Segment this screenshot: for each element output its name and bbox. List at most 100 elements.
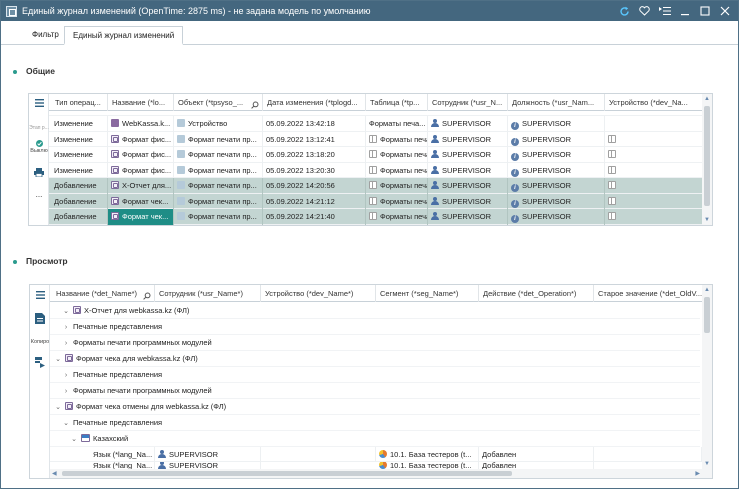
maximize-icon[interactable] bbox=[697, 3, 712, 19]
tab-journal[interactable]: Единый журнал изменений bbox=[64, 26, 184, 45]
table-row-selected[interactable]: Добавление Формат чек... Формат печати п… bbox=[49, 193, 704, 209]
chevron-right-icon[interactable]: › bbox=[62, 320, 70, 336]
export-icon[interactable] bbox=[30, 357, 50, 370]
tab-bar: Фильтр Единый журнал изменений bbox=[1, 21, 738, 45]
scroll-up-icon[interactable]: ▲ bbox=[704, 95, 710, 103]
table-icon bbox=[369, 181, 377, 189]
col-header-segment[interactable]: Сегмент (*seg_Name*) bbox=[376, 285, 479, 302]
more-options-icon[interactable]: ... bbox=[29, 190, 49, 199]
off-label: Выклю bbox=[30, 148, 48, 154]
tree-node[interactable]: ⌄ Печатные представления bbox=[50, 415, 700, 431]
table-row[interactable]: Изменение WebKassa.k... Устройство 05.09… bbox=[49, 116, 704, 132]
table-row[interactable]: Изменение Формат фис... Формат печати пр… bbox=[49, 162, 704, 178]
col-header-device[interactable]: Устройство (*dev_Name*) bbox=[261, 285, 376, 302]
user-icon bbox=[158, 450, 166, 458]
position-icon: i bbox=[511, 122, 519, 130]
preview-vertical-scrollbar[interactable]: ▲ ▼ bbox=[702, 285, 712, 478]
general-panel: Этап р... Выклю ... Тип операц... Назван… bbox=[28, 93, 713, 226]
scroll-up-icon[interactable]: ▲ bbox=[704, 286, 710, 294]
table-row-selected[interactable]: Добавление X-Отчет для... Формат печати … bbox=[49, 178, 704, 194]
scroll-down-icon[interactable]: ▼ bbox=[704, 460, 710, 468]
col-header-employee[interactable]: Сотрудник (*usr_Name*) bbox=[155, 285, 261, 302]
hamburger-menu-icon[interactable] bbox=[29, 99, 49, 109]
tree-node[interactable]: › Форматы печати программных модулей bbox=[50, 335, 700, 351]
segment-icon bbox=[379, 450, 387, 458]
chevron-down-icon[interactable]: ⌄ bbox=[62, 304, 70, 320]
document-icon[interactable] bbox=[30, 313, 50, 326]
table-icon bbox=[369, 212, 377, 220]
scroll-right-icon[interactable]: ▶ bbox=[695, 470, 700, 478]
minimize-icon[interactable] bbox=[677, 3, 692, 19]
hamburger-menu-icon[interactable] bbox=[30, 291, 50, 301]
print-format-icon bbox=[111, 196, 119, 205]
col-header-employee[interactable]: Сотрудник (*usr_N... bbox=[428, 94, 508, 111]
device-icon bbox=[608, 134, 616, 143]
table-row[interactable]: Изменение Формат фис... Формат печати пр… bbox=[49, 147, 704, 163]
tree-node[interactable]: › Форматы печати программных модулей bbox=[50, 383, 700, 399]
col-header-old-value[interactable]: Старое значение (*det_OldV... bbox=[594, 285, 704, 302]
object-icon bbox=[177, 181, 185, 189]
section-bullet-icon bbox=[13, 69, 17, 74]
device-icon bbox=[608, 150, 616, 158]
scroll-thumb[interactable] bbox=[704, 106, 710, 206]
chevron-right-icon[interactable]: › bbox=[62, 384, 70, 400]
preview-toolbar: Копиро bbox=[30, 285, 50, 478]
tree-node[interactable]: › Печатные представления bbox=[50, 367, 700, 383]
print-icon[interactable] bbox=[29, 168, 49, 179]
menu-list-icon[interactable] bbox=[657, 3, 672, 19]
device-icon bbox=[608, 181, 616, 189]
col-header-date[interactable]: Дата изменения (*tplogd... bbox=[263, 94, 366, 111]
table-icon bbox=[369, 165, 377, 174]
preview-horizontal-scrollbar[interactable]: ◀ ▶ bbox=[50, 469, 702, 478]
chevron-down-icon[interactable]: ⌄ bbox=[54, 400, 62, 416]
close-icon[interactable] bbox=[717, 3, 732, 19]
general-vertical-scrollbar[interactable]: ▲ ▼ bbox=[702, 94, 712, 225]
table-row[interactable]: Изменение Формат фис... Формат печати пр… bbox=[49, 131, 704, 147]
scroll-thumb[interactable] bbox=[704, 297, 710, 333]
scroll-left-icon[interactable]: ◀ bbox=[52, 470, 57, 478]
chevron-right-icon[interactable]: › bbox=[62, 336, 70, 352]
device-icon bbox=[608, 165, 616, 174]
app-icon bbox=[6, 5, 17, 17]
object-icon bbox=[177, 150, 185, 158]
user-icon bbox=[431, 212, 439, 220]
col-header-table[interactable]: Таблица (*tp... bbox=[366, 94, 428, 111]
col-header-object[interactable]: Объект (*tpsyso_... bbox=[174, 94, 263, 111]
user-icon bbox=[431, 150, 439, 158]
refresh-icon[interactable] bbox=[617, 3, 632, 19]
user-icon bbox=[431, 119, 439, 127]
col-header-action[interactable]: Действие (*det_Operation*) bbox=[479, 285, 594, 302]
search-icon[interactable] bbox=[143, 289, 151, 302]
chevron-down-icon[interactable]: ⌄ bbox=[70, 432, 78, 448]
user-icon bbox=[431, 134, 439, 143]
search-icon[interactable] bbox=[251, 98, 259, 111]
table-row-selected[interactable]: Добавление Формат чек... Формат печати п… bbox=[49, 209, 704, 225]
col-header-op[interactable]: Тип операц... bbox=[51, 94, 108, 111]
chevron-down-icon[interactable]: ⌄ bbox=[62, 416, 70, 432]
general-toolbar: Этап р... Выклю ... bbox=[29, 94, 49, 225]
table-row[interactable]: Язык (*lang_Na... SUPERVISOR 10.1. База … bbox=[50, 447, 702, 462]
favorite-heart-icon[interactable] bbox=[637, 3, 652, 19]
window-title: Единый журнал изменений (OpenTime: 2875 … bbox=[22, 6, 371, 16]
chevron-right-icon[interactable]: › bbox=[62, 368, 70, 384]
tab-filter[interactable]: Фильтр bbox=[24, 26, 67, 45]
section-preview-title[interactable]: Просмотр bbox=[13, 256, 68, 266]
focused-cell[interactable]: Формат чек... bbox=[108, 209, 174, 225]
col-header-position[interactable]: Должность (*usr_Nam... bbox=[508, 94, 605, 111]
col-header-name[interactable]: Название (*lo... bbox=[108, 94, 174, 111]
scroll-down-icon[interactable]: ▼ bbox=[704, 216, 710, 224]
tree-node[interactable]: › Печатные представления bbox=[50, 319, 700, 335]
print-format-icon bbox=[111, 150, 119, 158]
title-bar: Единый журнал изменений (OpenTime: 2875 … bbox=[1, 1, 738, 21]
object-icon bbox=[177, 212, 185, 220]
col-header-device[interactable]: Устройство (*dev_Na... bbox=[605, 94, 704, 111]
col-header-name[interactable]: Название (*det_Name*) bbox=[52, 285, 155, 302]
tree-node[interactable]: ⌄ Казахский bbox=[50, 431, 700, 447]
tree-node[interactable]: ⌄ Формат чека отмены для webkassa.kz (ФЛ) bbox=[50, 399, 700, 415]
chevron-down-icon[interactable]: ⌄ bbox=[54, 352, 62, 368]
scroll-thumb[interactable] bbox=[62, 471, 512, 476]
section-general-title[interactable]: Общие bbox=[13, 66, 55, 76]
print-format-icon bbox=[111, 165, 119, 174]
tree-node[interactable]: ⌄ Формат чека для webkassa.kz (ФЛ) bbox=[50, 351, 700, 367]
tree-node[interactable]: ⌄ X-Отчет для webkassa.kz (ФЛ) bbox=[50, 303, 700, 319]
